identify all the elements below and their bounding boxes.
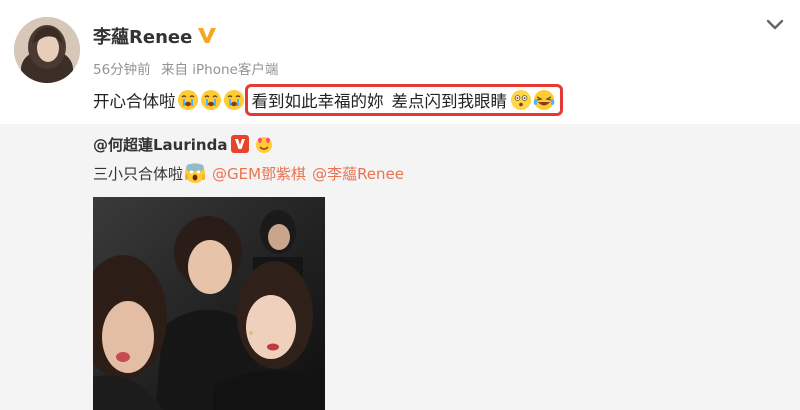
repost-photo[interactable]	[93, 197, 325, 410]
repost-author[interactable]: @何超蓮Laurinda	[93, 134, 227, 155]
repost-text-start: 三小只合体啦	[93, 164, 184, 183]
post-meta: 56分钟前 来自 iPhone客户端	[93, 58, 284, 78]
crying-face-icon	[200, 89, 222, 111]
repost-text: 三小只合体啦 @GEM鄧紫棋 @李蘊Renee	[93, 162, 404, 184]
post-time[interactable]: 56分钟前	[93, 62, 151, 78]
highlighted-text-part-2: 差点闪到我眼睛	[391, 92, 508, 111]
post-text: 开心合体啦 看到如此幸福的妳 差点闪到我眼睛	[93, 84, 563, 116]
highlighted-text-box: 看到如此幸福的妳 差点闪到我眼睛	[244, 84, 563, 116]
mention-link[interactable]: @李蘊Renee	[312, 163, 404, 184]
mention-link[interactable]: @GEM鄧紫棋	[212, 163, 306, 184]
repost-badges	[230, 134, 274, 158]
verified-v-icon	[196, 24, 218, 46]
repost-card[interactable]: @何超蓮Laurinda 三小只合体啦 @GEM鄧紫棋 @李蘊Renee	[0, 124, 800, 410]
post-source: 来自 iPhone客户端	[160, 62, 279, 78]
highlighted-text-part-1: 看到如此幸福的妳	[251, 92, 384, 111]
laughing-tears-icon	[533, 89, 555, 111]
hearts-icon	[254, 134, 274, 158]
crying-face-icon	[223, 89, 245, 111]
avatar[interactable]	[14, 17, 80, 83]
dizzy-face-icon	[510, 89, 532, 111]
post-text-start: 开心合体啦	[93, 92, 176, 111]
crying-face-icon	[177, 89, 199, 111]
screaming-face-icon	[184, 162, 206, 184]
author-name[interactable]: 李蘊Renee	[93, 23, 192, 49]
verified-v-icon	[230, 134, 250, 158]
chevron-down-icon[interactable]	[762, 12, 788, 38]
